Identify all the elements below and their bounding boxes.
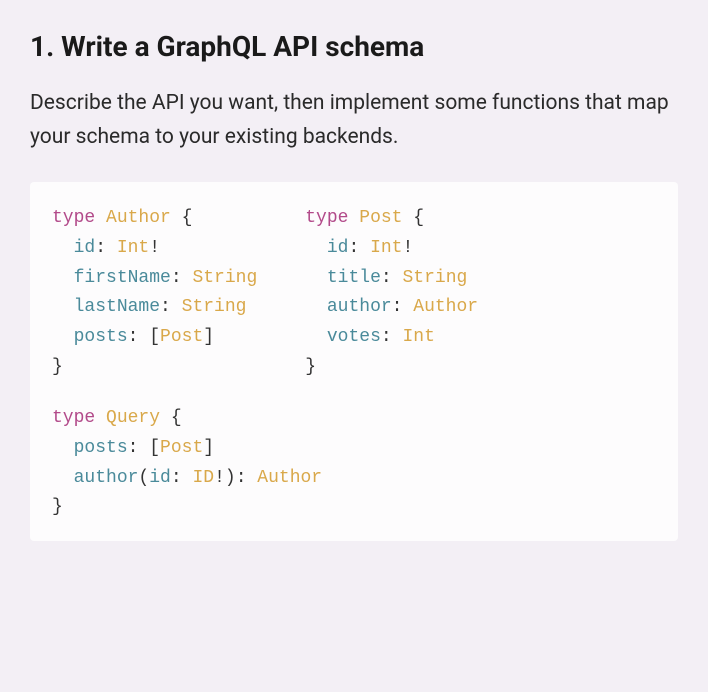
colon: :: [381, 327, 403, 347]
field-author: author: [74, 468, 139, 488]
paren-open: (: [138, 468, 149, 488]
brace-close: }: [305, 357, 316, 377]
type-int: Int: [370, 238, 402, 258]
section-heading: 1. Write a GraphQL API schema: [30, 30, 678, 63]
bracket-close: ]: [203, 327, 214, 347]
type-post: Post: [160, 438, 203, 458]
brace-open: {: [171, 208, 193, 228]
field-id: id: [327, 238, 349, 258]
field-posts: posts: [74, 327, 128, 347]
brace-close: }: [52, 357, 63, 377]
colon: :: [128, 438, 150, 458]
colon: :: [171, 468, 193, 488]
type-int: Int: [117, 238, 149, 258]
type-author: Author: [413, 297, 478, 317]
type-author: Author: [257, 468, 322, 488]
type-int: Int: [402, 327, 434, 347]
bracket-open: [: [149, 327, 160, 347]
keyword-type: type: [52, 408, 95, 428]
paren-close: ): [225, 468, 236, 488]
brace-open: {: [160, 408, 182, 428]
colon: :: [381, 268, 403, 288]
type-post: Post: [160, 327, 203, 347]
typename-author: Author: [106, 208, 171, 228]
field-author: author: [327, 297, 392, 317]
code-author-type: type Author { id: Int! firstName: String…: [52, 204, 257, 382]
keyword-type: type: [305, 208, 348, 228]
code-post-type: type Post { id: Int! title: String autho…: [305, 204, 478, 382]
bang: !: [149, 238, 160, 258]
type-id: ID: [192, 468, 214, 488]
bracket-close: ]: [203, 438, 214, 458]
field-id: id: [74, 238, 96, 258]
field-votes: votes: [327, 327, 381, 347]
field-title: title: [327, 268, 381, 288]
colon: :: [392, 297, 414, 317]
brace-open: {: [403, 208, 425, 228]
field-firstname: firstName: [74, 268, 171, 288]
section-description: Describe the API you want, then implemen…: [30, 87, 678, 154]
type-string: String: [402, 268, 467, 288]
bang: !: [402, 238, 413, 258]
typename-post: Post: [359, 208, 402, 228]
field-posts: posts: [74, 438, 128, 458]
colon: :: [236, 468, 258, 488]
arg-id: id: [149, 468, 171, 488]
brace-close: }: [52, 497, 63, 517]
keyword-type: type: [52, 208, 95, 228]
code-row: type Author { id: Int! firstName: String…: [52, 204, 656, 382]
field-lastname: lastName: [74, 297, 160, 317]
colon: :: [348, 238, 370, 258]
bracket-open: [: [149, 438, 160, 458]
colon: :: [171, 268, 193, 288]
code-block: type Author { id: Int! firstName: String…: [30, 182, 678, 541]
type-string: String: [182, 297, 247, 317]
colon: :: [128, 327, 150, 347]
colon: :: [95, 238, 117, 258]
bang: !: [214, 468, 225, 488]
colon: :: [160, 297, 182, 317]
type-string: String: [192, 268, 257, 288]
code-query-type: type Query { posts: [Post] author(id: ID…: [52, 404, 656, 523]
typename-query: Query: [106, 408, 160, 428]
